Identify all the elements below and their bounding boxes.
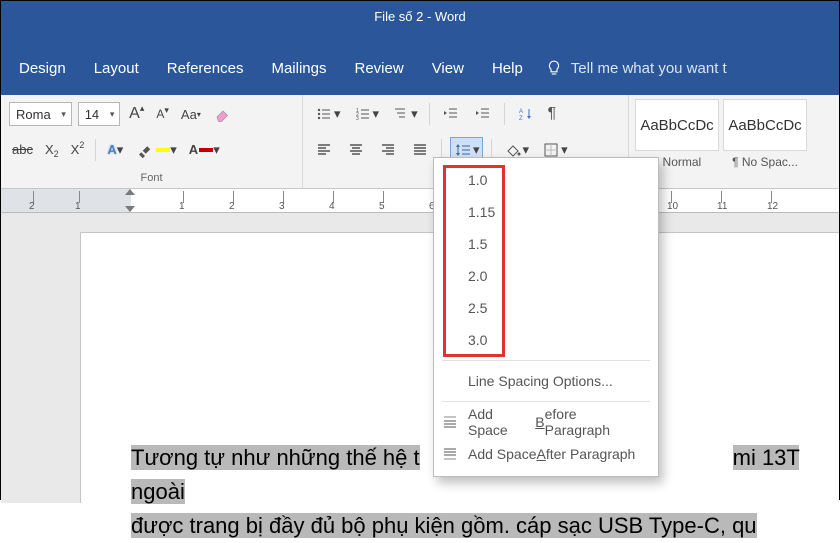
font-color-button[interactable]: A▾ [186, 137, 223, 163]
sort-icon: AZ [516, 104, 536, 124]
chevron-down-icon: ▾ [57, 109, 71, 120]
sort-button[interactable]: AZ [513, 101, 539, 127]
tab-view[interactable]: View [418, 42, 478, 95]
selected-text: được trang bị đầy đủ bộ phụ kiện gồm. cá… [131, 513, 757, 538]
ruler-label: 10 [667, 201, 678, 212]
tab-references[interactable]: References [153, 42, 258, 95]
tell-me-label: Tell me what you want t [571, 60, 727, 77]
tell-me[interactable]: Tell me what you want t [537, 59, 735, 95]
align-right-button[interactable] [375, 137, 401, 163]
change-case-button[interactable]: Aa▾ [178, 101, 204, 127]
separator [95, 139, 96, 161]
ruler-label: 1 [179, 201, 185, 212]
line-spacing-options[interactable]: Line Spacing Options... [434, 365, 658, 397]
line-spacing-2.0[interactable]: 2.0 [434, 260, 658, 292]
align-left-button[interactable] [311, 137, 337, 163]
pilcrow-icon: ¶ [548, 105, 557, 123]
ruler-label: 3 [279, 201, 285, 212]
bullets-icon [314, 104, 334, 124]
ruler-label: 11 [717, 201, 727, 212]
increase-indent-button[interactable] [470, 101, 496, 127]
highlight-button[interactable]: ▾ [132, 137, 180, 163]
ruler-label: 2 [229, 201, 235, 212]
align-center-icon [346, 140, 366, 160]
tab-review[interactable]: Review [341, 42, 418, 95]
highlighter-icon [135, 140, 155, 160]
grow-font-button[interactable]: A▴ [126, 101, 147, 127]
superscript-button[interactable]: X2 [68, 137, 88, 163]
font-size-dropdown[interactable]: 14 ▾ [78, 102, 120, 126]
subscript-button[interactable]: X2 [42, 137, 62, 163]
app-title: File số 2 - Word [374, 9, 466, 24]
ruler-label: 2 [29, 201, 35, 212]
selected-text: Tương tự như những thế hệ t [131, 445, 420, 470]
ruler-label: 5 [379, 201, 385, 212]
ruler-label: 1 [75, 201, 81, 212]
group-label-font: Font [9, 170, 294, 186]
strikethrough-button[interactable]: abc [9, 137, 36, 163]
line-spacing-1.5[interactable]: 1.5 [434, 228, 658, 260]
separator [429, 103, 430, 125]
line-spacing-1.0[interactable]: 1.0 [434, 164, 658, 196]
decrease-indent-button[interactable] [438, 101, 464, 127]
show-hide-button[interactable]: ¶ [545, 101, 560, 127]
numbering-button[interactable]: 123▾ [350, 101, 383, 127]
style-normal[interactable]: AaBbCcDc [635, 99, 719, 151]
line-spacing-menu: 1.0 1.15 1.5 2.0 2.5 3.0 Line Spacing Op… [433, 157, 659, 477]
style-name-nospacing: ¶ No Spac... [723, 155, 807, 169]
multilevel-icon [391, 104, 411, 124]
svg-text:A: A [519, 109, 523, 115]
ribbon: Roma ▾ 14 ▾ A▴ A▾ Aa▾ abc X2 X2 A▾ ▾ A▾ … [1, 95, 839, 189]
shrink-font-button[interactable]: A▾ [153, 101, 172, 127]
numbering-icon: 123 [353, 104, 373, 124]
clear-formatting-button[interactable] [210, 101, 236, 127]
chevron-down-icon: ▾ [105, 109, 119, 120]
align-justify-icon [410, 140, 430, 160]
tab-help[interactable]: Help [478, 42, 537, 95]
outdent-icon [441, 104, 461, 124]
group-styles: AaBbCcDc AaBbCcDc ¶ Normal ¶ No Spac... [629, 95, 839, 188]
add-space-before[interactable]: Add Space Before Paragraph [434, 406, 658, 438]
menu-divider [442, 360, 650, 361]
align-left-icon [314, 140, 334, 160]
add-space-after[interactable]: Add Space After Paragraph [434, 438, 658, 470]
bullets-button[interactable]: ▾ [311, 101, 344, 127]
title-bar: File số 2 - Word [1, 1, 839, 33]
svg-text:Z: Z [519, 116, 523, 122]
style-no-spacing[interactable]: AaBbCcDc [723, 99, 807, 151]
menu-divider [442, 401, 650, 402]
text-effects-button[interactable]: A▾ [104, 137, 126, 163]
line-spacing-3.0[interactable]: 3.0 [434, 324, 658, 356]
group-font: Roma ▾ 14 ▾ A▴ A▾ Aa▾ abc X2 X2 A▾ ▾ A▾ … [1, 95, 303, 188]
space-before-icon [442, 414, 458, 430]
font-size-value: 14 [79, 107, 105, 122]
eraser-icon [213, 104, 233, 124]
tab-mailings[interactable]: Mailings [257, 42, 340, 95]
lightbulb-icon [545, 59, 563, 77]
indent-icon [473, 104, 493, 124]
font-name-value: Roma [10, 107, 57, 122]
align-right-icon [378, 140, 398, 160]
justify-button[interactable] [407, 137, 433, 163]
first-line-indent[interactable] [125, 189, 135, 195]
ribbon-tabs: Design Layout References Mailings Review… [1, 33, 839, 95]
multilevel-button[interactable]: ▾ [388, 101, 421, 127]
ruler-label: 12 [767, 201, 778, 212]
space-after-icon [442, 446, 458, 462]
horizontal-ruler[interactable]: 2 1 1 2 3 4 5 6 10 11 12 [1, 189, 839, 213]
line-spacing-1.15[interactable]: 1.15 [434, 196, 658, 228]
svg-text:3: 3 [356, 116, 359, 122]
font-name-dropdown[interactable]: Roma ▾ [9, 102, 72, 126]
separator [504, 103, 505, 125]
ruler-label: 4 [329, 201, 335, 212]
tab-design[interactable]: Design [5, 42, 80, 95]
line-spacing-2.5[interactable]: 2.5 [434, 292, 658, 324]
hanging-indent[interactable] [125, 206, 135, 212]
tab-layout[interactable]: Layout [80, 42, 153, 95]
align-center-button[interactable] [343, 137, 369, 163]
